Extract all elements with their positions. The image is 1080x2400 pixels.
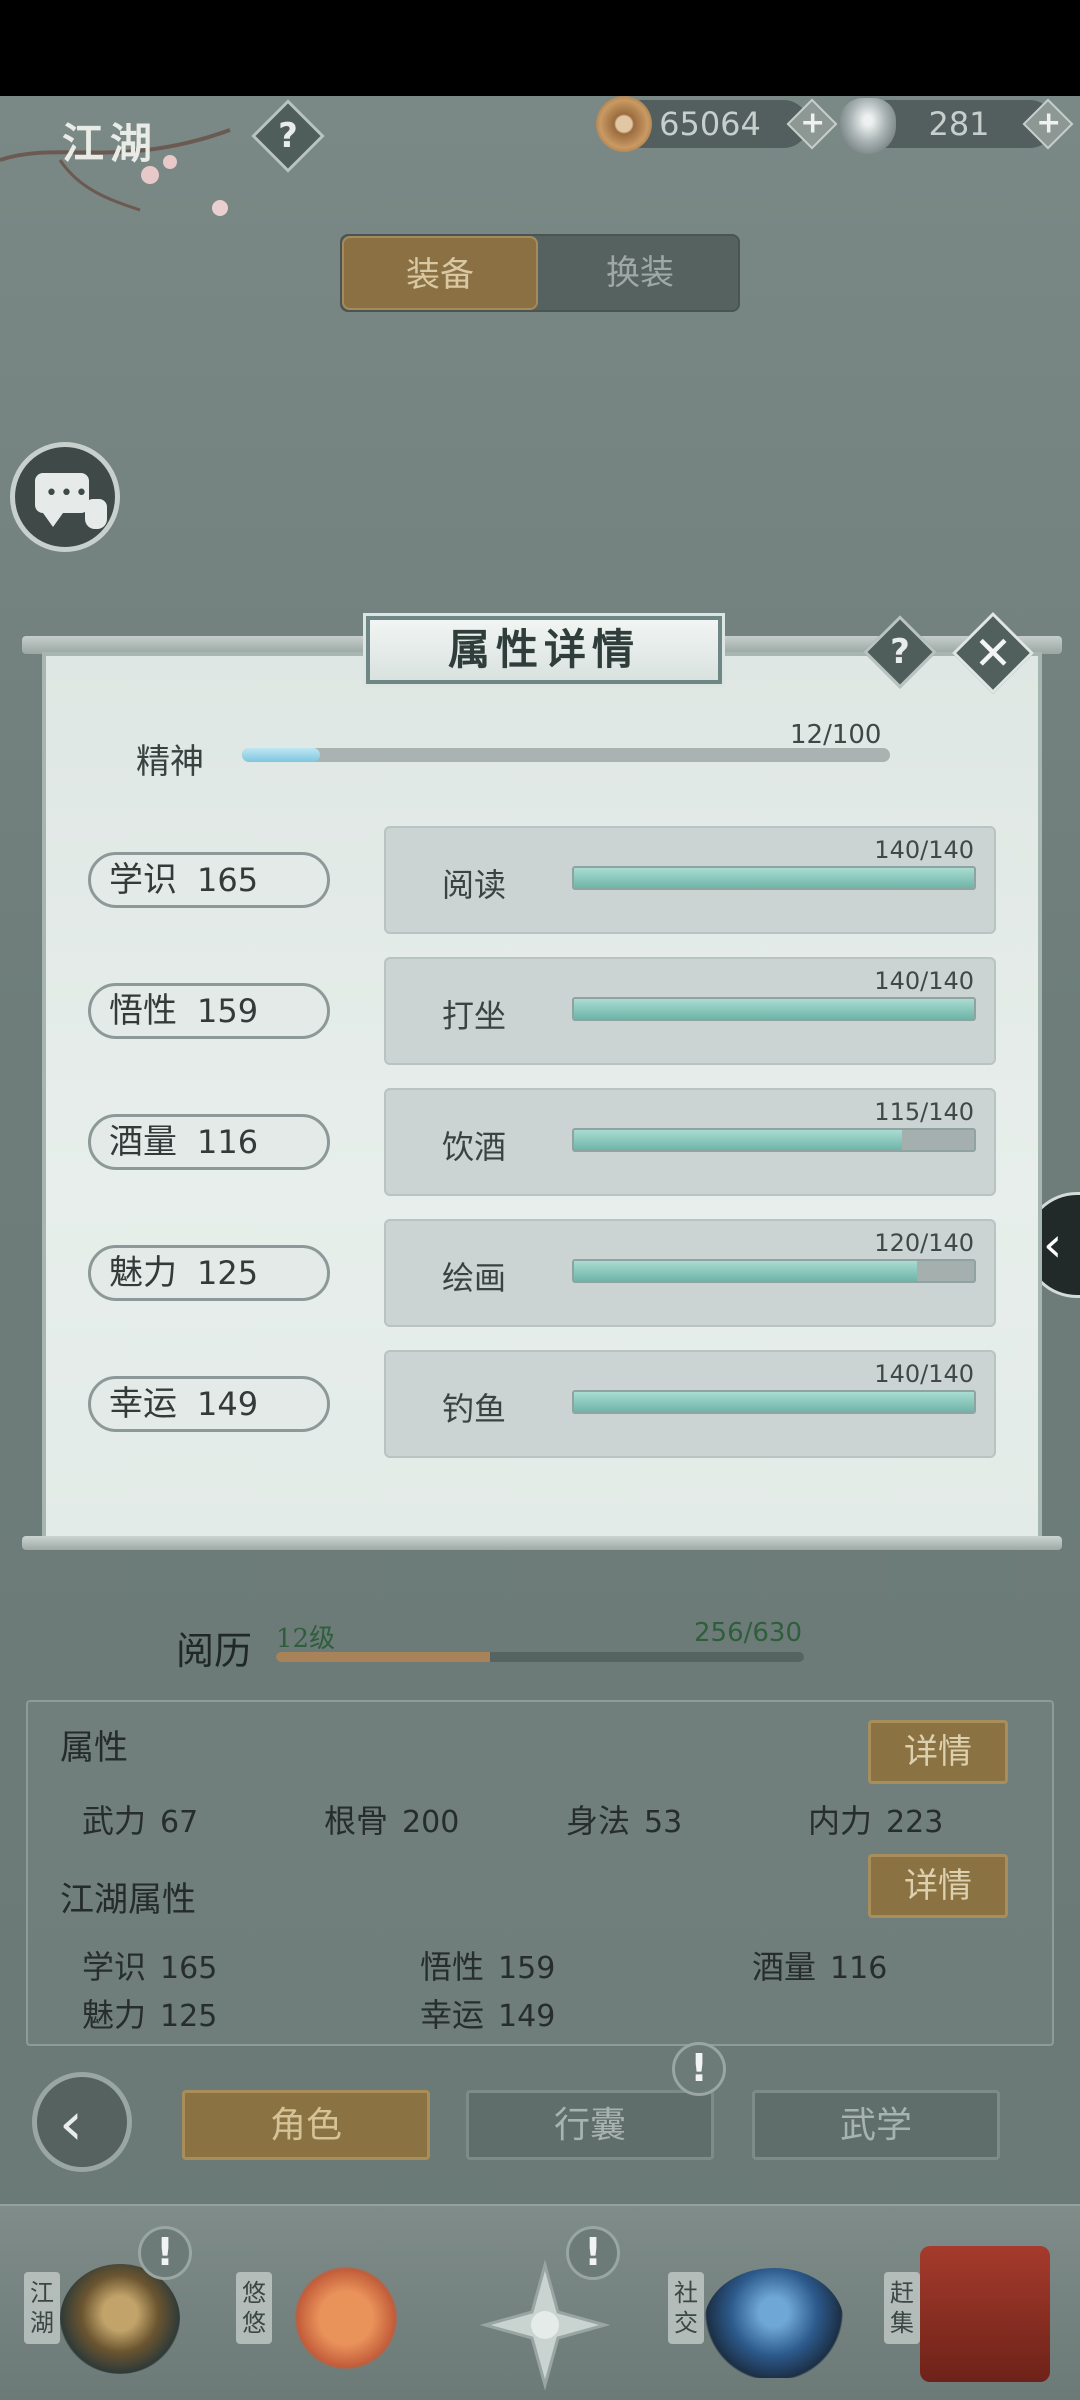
status-bar	[0, 0, 1080, 96]
skill-progress-bar	[572, 997, 976, 1021]
nav-market[interactable]: 赶集	[880, 2232, 1060, 2392]
modal-title: 属性详情	[366, 616, 722, 684]
question-icon: ?	[890, 632, 910, 672]
attr-item: 武力 67	[82, 1802, 199, 1840]
jianghu-attributes-detail-button[interactable]: 详情	[868, 1854, 1008, 1918]
attributes-title: 属性	[60, 1728, 128, 1768]
stat-pill: 幸运 149	[88, 1376, 330, 1432]
page-title: 江湖	[62, 119, 159, 168]
jianghu-attr-item: 学识 165	[82, 1948, 218, 1986]
plus-icon: +	[800, 105, 826, 141]
skill-progress-fill	[574, 1261, 917, 1281]
plus-icon: +	[1036, 105, 1062, 141]
skill-progress-value: 120/140	[874, 1229, 974, 1257]
attr-item: 内力 223	[808, 1802, 944, 1840]
skill-progress-fill	[574, 999, 974, 1019]
nav-jianghu[interactable]: 江湖 !	[20, 2226, 200, 2392]
skill-progress-value: 140/140	[874, 1360, 974, 1388]
skill-card: 钓鱼 140/140	[384, 1350, 996, 1458]
skill-name: 钓鱼	[442, 1390, 507, 1428]
nav-label: 社交	[668, 2272, 704, 2344]
jianghu-attr-item: 酒量 116	[752, 1948, 888, 1986]
tab-inventory[interactable]: 行囊	[466, 2090, 714, 2160]
nav-label: 赶集	[884, 2272, 920, 2344]
spirit-bar-fill	[242, 748, 320, 762]
nav-center[interactable]: !	[460, 2226, 640, 2392]
spirit-bar	[242, 748, 890, 762]
swallow-sunset-icon	[280, 2258, 400, 2378]
tab-character[interactable]: 角色	[182, 2090, 430, 2160]
stat-pill: 学识 165	[88, 852, 330, 908]
tab-martial-arts[interactable]: 武学	[752, 2090, 1000, 2160]
close-icon: ✕	[973, 626, 1013, 680]
equip-tab-group: 装备 换装	[340, 234, 740, 312]
nav-label: 江湖	[24, 2272, 60, 2344]
silver-ingot-icon	[840, 98, 896, 154]
experience-label: 阅历	[176, 1629, 253, 1673]
spirit-label: 精神	[136, 742, 204, 782]
stat-pill: 悟性 159	[88, 983, 330, 1039]
skill-card: 阅读 140/140	[384, 826, 996, 934]
stat-pill: 魅力 125	[88, 1245, 330, 1301]
experience-level: 12级	[276, 1624, 336, 1654]
chevron-left-icon: ‹	[59, 2089, 83, 2159]
nav-social[interactable]: 社交	[664, 2232, 844, 2392]
skill-name: 打坐	[442, 997, 507, 1035]
tab-equip[interactable]: 装备	[342, 236, 538, 310]
skill-progress-fill	[574, 1392, 974, 1412]
skill-card: 绘画 120/140	[384, 1219, 996, 1327]
skill-name: 绘画	[442, 1259, 507, 1297]
chat-button[interactable]: •••	[10, 442, 120, 552]
skill-name: 饮酒	[442, 1128, 507, 1166]
question-icon: ?	[278, 116, 298, 156]
skill-progress-value: 140/140	[874, 836, 974, 864]
tab-change-outfit[interactable]: 换装	[542, 236, 738, 310]
experience-value: 256/630	[694, 1618, 803, 1648]
nav-youyou[interactable]: 悠悠	[232, 2232, 412, 2392]
jianghu-attr-item: 幸运 149	[420, 1996, 556, 2034]
wine-jug-icon	[85, 499, 107, 529]
skill-progress-value: 115/140	[874, 1098, 974, 1126]
skill-progress-fill	[574, 868, 974, 888]
straw-hat-icon	[60, 2264, 180, 2374]
skill-progress-fill	[574, 1130, 903, 1150]
stat-pill: 酒量 116	[88, 1114, 330, 1170]
nav-alert-icon: !	[138, 2226, 192, 2280]
back-button[interactable]: ‹	[32, 2072, 132, 2172]
skill-name: 阅读	[442, 866, 507, 904]
skill-progress-bar	[572, 866, 976, 890]
experience-bar-fill	[276, 1652, 491, 1662]
experience-bar	[276, 1652, 804, 1662]
spirit-value: 12/100	[790, 720, 882, 750]
skill-progress-value: 140/140	[874, 967, 974, 995]
skill-progress-bar	[572, 1259, 976, 1283]
skill-progress-bar	[572, 1128, 976, 1152]
jianghu-attr-item: 悟性 159	[420, 1948, 556, 1986]
wave-icon	[704, 2268, 844, 2378]
attributes-detail-button[interactable]: 详情	[868, 1720, 1008, 1784]
nav-label: 悠悠	[236, 2272, 272, 2344]
nav-alert-icon: !	[566, 2226, 620, 2280]
jianghu-attributes-title: 江湖属性	[60, 1880, 196, 1920]
jianghu-attr-item: 魅力 125	[82, 1996, 218, 2034]
skill-card: 打坐 140/140	[384, 957, 996, 1065]
attr-item: 身法 53	[566, 1802, 683, 1840]
inventory-alert-icon: !	[672, 2042, 726, 2096]
skill-card: 饮酒 115/140	[384, 1088, 996, 1196]
basket-icon	[920, 2246, 1050, 2382]
copper-coin-icon	[596, 96, 652, 152]
skill-progress-bar	[572, 1390, 976, 1414]
attr-item: 根骨 200	[324, 1802, 460, 1840]
